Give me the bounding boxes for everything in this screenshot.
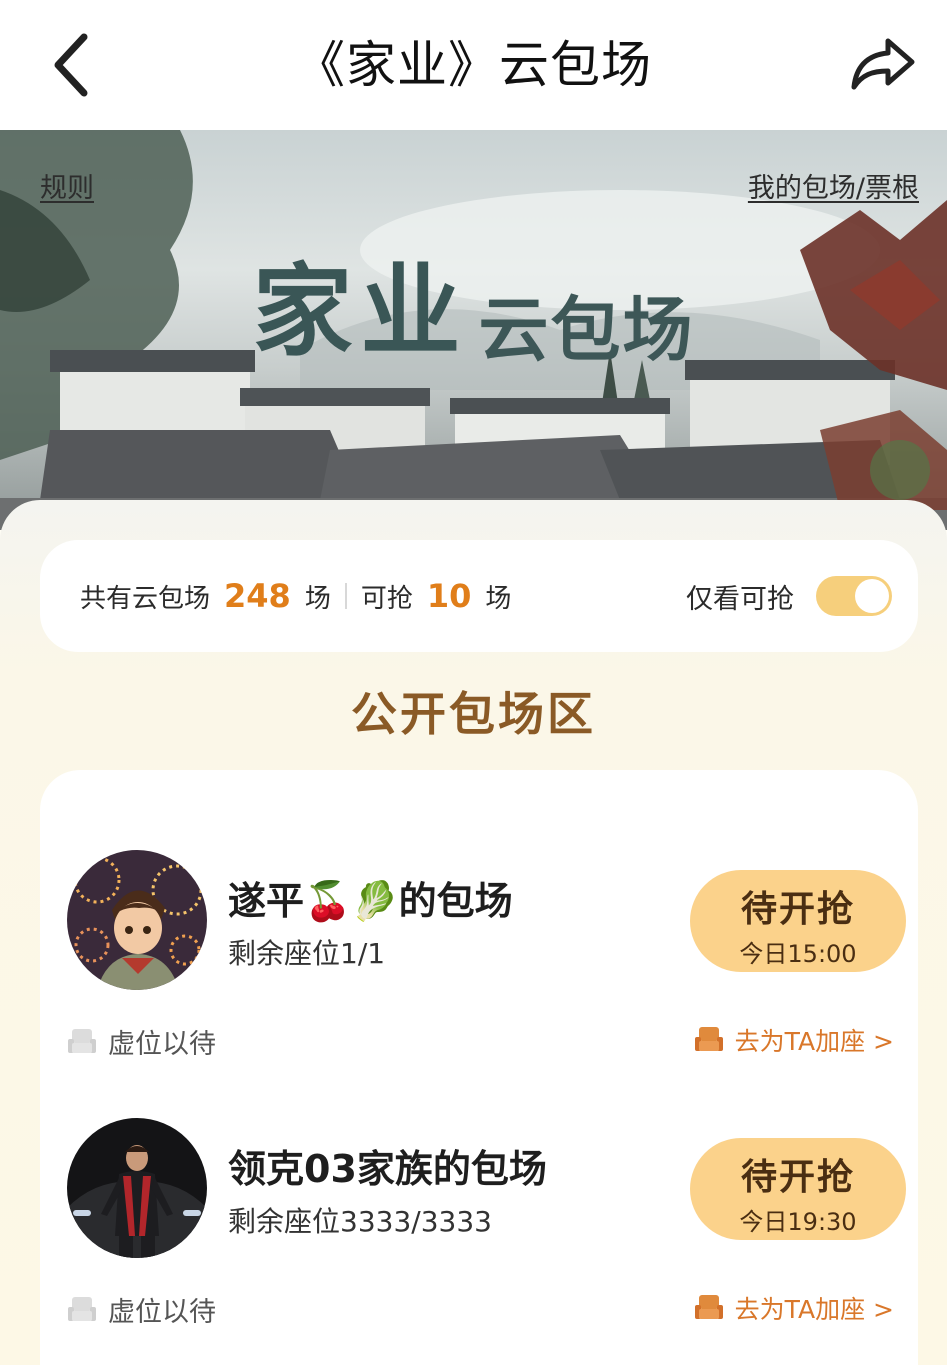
main-panel: 共有云包场 248 场 可抢 10 场 仅看可抢 公开包场区 遂平🍒🥬的包场 剩… [0, 500, 947, 1365]
empty-seat-label: 虚位以待 [108, 1297, 216, 1328]
grab-button-time: 今日19:30 [739, 1208, 857, 1236]
back-button[interactable] [40, 30, 100, 100]
add-seat-label: 去为TA加座 > [734, 1027, 894, 1056]
grab-button[interactable]: 待开抢 今日15:00 [690, 870, 906, 972]
stats-summary: 共有云包场 248 场 可抢 10 场 [80, 577, 511, 615]
banner-title-sub: 云包场 [478, 289, 695, 371]
share-button[interactable] [847, 28, 919, 100]
session-name: 领克03家族的包场 [228, 1147, 547, 1191]
session-name: 遂平🍒🥬的包场 [228, 879, 513, 923]
session-item: 领克03家族的包场 剩余座位3333/3333 待开抢 今日19:30 虚位以待 [40, 1118, 918, 1365]
total-prefix: 共有云包场 [80, 583, 211, 614]
session-item: 遂平🍒🥬的包场 剩余座位1/1 待开抢 今日15:00 虚位以待 去为TA加座 … [40, 850, 918, 1120]
grab-button-label: 待开抢 [740, 1157, 855, 1198]
avatar-image [67, 850, 207, 990]
avatar-image [67, 1118, 207, 1258]
grab-button-time: 今日15:00 [739, 940, 857, 968]
avatar[interactable] [67, 850, 207, 990]
remaining-seats: 剩余座位1/1 [228, 937, 386, 970]
stats-card: 共有云包场 248 场 可抢 10 场 仅看可抢 [40, 540, 918, 652]
filter-control: 仅看可抢 [686, 576, 892, 616]
page: 《家业》云包场 规则 我的包场/票根 家业 云包场 共有云包场 248 场 可抢… [0, 0, 947, 1365]
nav-bar: 《家业》云包场 [0, 0, 947, 130]
available-count: 10 [426, 577, 472, 615]
seat-icon [68, 1296, 96, 1321]
page-title: 《家业》云包场 [295, 36, 652, 94]
add-seat-label: 去为TA加座 > [734, 1295, 894, 1324]
banner-title: 家业 云包场 [0, 230, 947, 375]
toggle-knob [855, 579, 889, 613]
stats-divider [344, 583, 347, 609]
share-arrow-icon [851, 38, 915, 90]
my-sessions-link[interactable]: 我的包场/票根 [748, 166, 919, 205]
empty-seat: 虚位以待 [66, 1022, 216, 1061]
add-seat-link[interactable]: 去为TA加座 > [693, 1022, 894, 1058]
section-title: 公开包场区 [351, 687, 596, 741]
remaining-seats: 剩余座位3333/3333 [228, 1205, 492, 1238]
rules-link[interactable]: 规则 [40, 166, 94, 205]
total-count: 248 [224, 577, 291, 615]
empty-seat-label: 虚位以待 [108, 1029, 216, 1060]
chevron-left-icon [54, 33, 88, 97]
grab-button[interactable]: 待开抢 今日19:30 [690, 1138, 906, 1240]
available-prefix: 可抢 [360, 583, 413, 614]
empty-seat: 虚位以待 [66, 1290, 216, 1329]
seat-icon [694, 1027, 723, 1051]
banner: 规则 我的包场/票根 家业 云包场 [0, 130, 947, 530]
add-seat-link[interactable]: 去为TA加座 > [693, 1290, 894, 1326]
available-suffix: 场 [485, 583, 512, 614]
grab-button-label: 待开抢 [740, 889, 855, 930]
avatar[interactable] [67, 1118, 207, 1258]
filter-label: 仅看可抢 [686, 583, 794, 615]
banner-title-main: 家业 [252, 252, 469, 370]
seat-icon [694, 1295, 723, 1319]
only-available-toggle[interactable] [816, 576, 892, 616]
session-list: 遂平🍒🥬的包场 剩余座位1/1 待开抢 今日15:00 虚位以待 去为TA加座 … [40, 770, 918, 1365]
total-suffix: 场 [304, 583, 331, 614]
seat-icon [68, 1028, 96, 1053]
